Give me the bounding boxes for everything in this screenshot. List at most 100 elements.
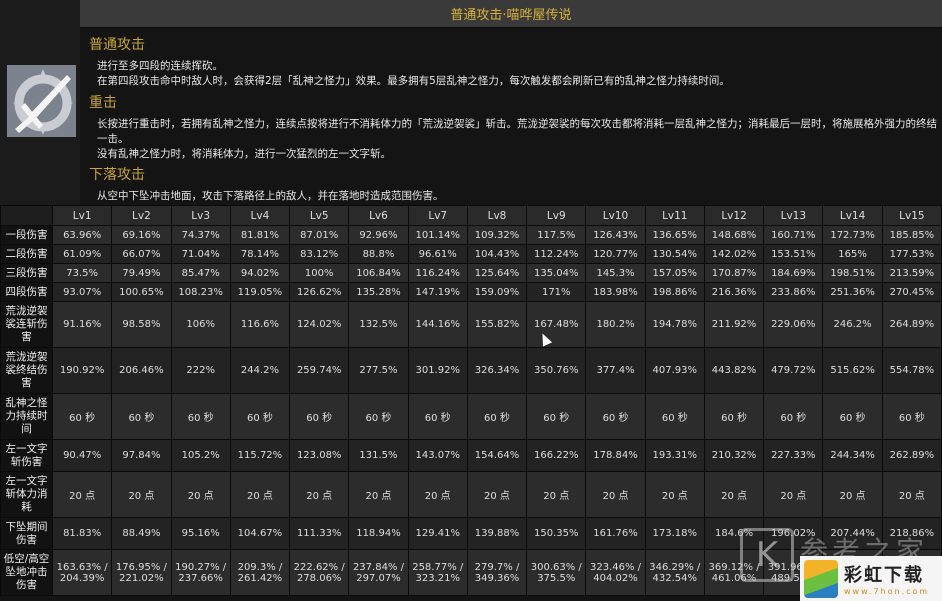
table-cell: 60 秒: [644, 393, 705, 440]
watermark-url: www.7hon.com: [844, 587, 930, 596]
table-cell: 166.22%: [526, 439, 587, 472]
table-cell: 20 点: [170, 471, 231, 518]
table-cell: 178.84%: [585, 439, 646, 472]
table-cell: 78.14%: [229, 244, 291, 264]
table-cell: 60 秒: [763, 393, 824, 440]
table-cell: 20 点: [466, 471, 528, 518]
table-cell: 190.92%: [51, 347, 113, 394]
table-cell: 85.47%: [170, 263, 231, 283]
table-row: 四段伤害 93.07% 100.65% 108.23% 119.05% 126.62% 13…: [0, 282, 942, 302]
table-cell: 20 点: [585, 471, 646, 518]
table-cell: 135.28%: [348, 282, 409, 302]
table-cell: 407.93%: [644, 347, 705, 394]
table-cell: 135.04%: [526, 263, 587, 283]
table-cell: 132.5%: [348, 301, 409, 348]
table-cell: 129.41%: [407, 517, 468, 550]
watermark-badge: 彩虹下载 www.7hon.com: [800, 556, 942, 601]
table-cell: 211.92%: [703, 301, 765, 348]
table-cell: 148.68%: [703, 225, 765, 245]
skill-title: 普通攻击·喵哗屋传说: [450, 8, 572, 23]
table-cell: 73.5%: [51, 263, 113, 283]
row-label: 二段伤害: [0, 244, 53, 264]
table-cell: 154.64%: [466, 439, 528, 472]
table-cell: 66.07%: [111, 244, 172, 264]
row-label: 一段伤害: [0, 225, 53, 245]
table-cell: 97.84%: [111, 439, 172, 472]
column-header-lv4: Lv4: [229, 205, 291, 226]
table-cell: 120.77%: [585, 244, 646, 264]
table-cell: 104.43%: [466, 244, 528, 264]
column-header-lv9: Lv9: [526, 205, 587, 226]
table-cell: 346.29% / 432.54%: [644, 549, 705, 596]
table-cell: 554.78%: [881, 347, 942, 394]
desc-line: 一击。: [97, 133, 129, 145]
table-cell: 79.49%: [111, 263, 172, 283]
table-cell: 90.47%: [51, 439, 113, 472]
table-cell: 60 秒: [881, 393, 942, 440]
column-header-lv13: Lv13: [763, 205, 824, 226]
watermark-title: 彩虹下载: [844, 565, 924, 586]
column-header-lv5: Lv5: [289, 205, 350, 226]
table-cell: 124.02%: [289, 301, 350, 348]
table-cell: 101.14%: [407, 225, 468, 245]
table-cell: 301.92%: [407, 347, 468, 394]
table-cell: 60 秒: [229, 393, 291, 440]
table-cell: 277.5%: [348, 347, 409, 394]
table-cell: 20 点: [289, 471, 350, 518]
table-row: 左一文字斩伤害 90.47% 97.84% 105.2% 115.72% 123.08% 1…: [0, 439, 942, 472]
table-cell: 81.81%: [229, 225, 291, 245]
table-cell: 20 点: [111, 471, 172, 518]
rainbow-logo-icon: [804, 559, 838, 598]
column-header-lv12: Lv12: [703, 205, 765, 226]
table-cell: 60 秒: [466, 393, 528, 440]
table-cell: 222%: [170, 347, 231, 394]
table-cell: 222.62% / 278.06%: [289, 549, 350, 596]
column-header-lv11: Lv11: [644, 205, 705, 226]
table-cell: 100.65%: [111, 282, 172, 302]
column-header-lv10: Lv10: [585, 205, 646, 226]
table-cell: 119.05%: [229, 282, 291, 302]
table-cell: 172.73%: [822, 225, 883, 245]
table-cell: 98.58%: [111, 301, 172, 348]
table-cell: 60 秒: [51, 393, 113, 440]
table-cell: 115.72%: [229, 439, 291, 472]
table-cell: 60 秒: [526, 393, 587, 440]
table-cell: 109.32%: [466, 225, 528, 245]
table-row: 荒泷逆袈裟连斩伤害 91.16% 98.58% 106% 116.6% 124.02% 13…: [0, 301, 942, 348]
table-cell: 163.63% / 204.39%: [51, 549, 113, 596]
table-cell: 173.18%: [644, 517, 705, 550]
table-cell: 60 秒: [585, 393, 646, 440]
table-cell: 63.96%: [51, 225, 113, 245]
table-cell: 126.43%: [585, 225, 646, 245]
table-cell: 83.12%: [289, 244, 350, 264]
table-cell: 116.6%: [229, 301, 291, 348]
row-label: 下坠期间伤害: [0, 517, 53, 550]
table-cell: 258.77% / 323.21%: [407, 549, 468, 596]
table-cell: 210.32%: [703, 439, 765, 472]
desc-line: 没有乱神之怪力时，将消耗体力，进行一次猛烈的左一文字斩。: [97, 148, 391, 160]
table-cell: 244.2%: [229, 347, 291, 394]
table-row: 左一文字斩体力消耗 20 点 20 点 20 点 20 点 20 点 20 点 20 点 20 …: [0, 471, 942, 518]
table-cell: 161.76%: [585, 517, 646, 550]
table-cell: 159.09%: [466, 282, 528, 302]
table-cell: 145.3%: [585, 263, 646, 283]
table-cell: 515.62%: [822, 347, 883, 394]
table-corner: [0, 205, 53, 226]
table-cell: 20 点: [51, 471, 113, 518]
table-cell: 20 点: [763, 471, 824, 518]
table-cell: 377.4%: [585, 347, 646, 394]
table-cell: 60 秒: [111, 393, 172, 440]
column-header-lv15: Lv15: [881, 205, 942, 226]
table-cell: 244.34%: [822, 439, 883, 472]
table-cell: 125.64%: [466, 263, 528, 283]
table-cell: 350.76%: [526, 347, 587, 394]
table-cell: 112.24%: [526, 244, 587, 264]
desc-line: 进行至多四段的连续挥砍。: [97, 60, 223, 72]
table-cell: 60 秒: [348, 393, 409, 440]
table-cell: 123.08%: [289, 439, 350, 472]
sword-gear-icon: [7, 65, 76, 137]
table-cell: 81.83%: [51, 517, 113, 550]
table-cell: 130.54%: [644, 244, 705, 264]
table-cell: 237.84% / 297.07%: [348, 549, 409, 596]
table-cell: 167.48%: [526, 301, 587, 348]
